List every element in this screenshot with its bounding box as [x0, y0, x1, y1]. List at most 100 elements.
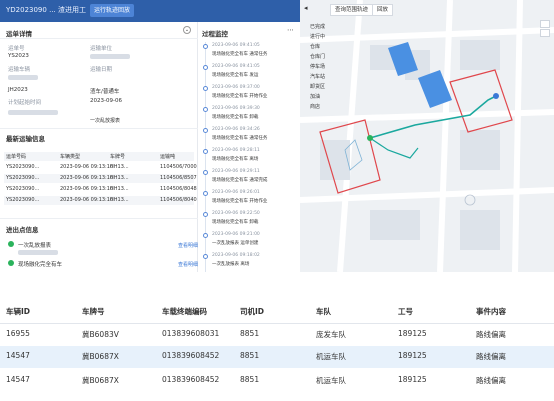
column-header: 车辆ID	[6, 307, 31, 316]
zoom-in-icon[interactable]	[540, 20, 550, 28]
legend-item: 仓库	[310, 44, 321, 50]
process-text: 现场融化完全有车 离场	[212, 157, 259, 162]
process-time: 2023-09-06 09:28:11	[212, 148, 260, 153]
view-detail-link[interactable]: 查看明细	[178, 242, 198, 249]
process-panel: 过程监控 ⋯ 2023-09-06 09:41:05 现场融化完全有车 通常任务 2…	[198, 22, 300, 272]
window-topbar: YD2023090 ... 渣进用工 运行轨迹回放	[0, 0, 300, 22]
field-value: JH2023	[8, 87, 28, 93]
process-item[interactable]: 2023-09-06 09:28:11 现场融化完全有车 离场	[198, 147, 298, 169]
process-text: 现场融化完全有车 通常任务	[212, 136, 268, 141]
event-table: 车辆ID 车牌号 车载终端编码 司机ID 车队 工号 事件内容 16955 冀B…	[0, 295, 554, 401]
legend-item: 进行中	[310, 34, 326, 40]
back-icon[interactable]: ◂	[304, 4, 308, 12]
table-cell: 189125	[398, 375, 427, 384]
table-cell: YS2023090...	[6, 175, 40, 181]
process-item[interactable]: 2023-09-06 09:18:02 一次乱放报表 离场	[198, 252, 298, 274]
collapse-icon[interactable]: ⌄	[183, 26, 191, 34]
process-text: 现场融化完全有车 开始作业	[212, 94, 268, 99]
table-cell: YS2023090...	[6, 197, 40, 203]
table-row[interactable]: 14547 冀B0687X 013839608452 8851 机运车队 189…	[0, 346, 554, 368]
legend-item: 已完成	[310, 24, 326, 30]
process-item[interactable]: 2023-09-06 09:22:50 现场融化完全有车 卸载	[198, 210, 298, 232]
process-time: 2023-09-06 09:34:26	[212, 127, 260, 132]
table-row[interactable]: YS2023090... 2023-09-06 09:13:16 HH13...…	[4, 185, 197, 194]
process-item[interactable]: 2023-09-06 09:37:00 现场融化完全有车 开始作业	[198, 84, 298, 106]
divider	[0, 218, 198, 219]
field-label: 运输日期	[90, 67, 113, 73]
table-row[interactable]: 16955 冀B6083V 013839608031 8851 庞发车队 189…	[0, 324, 554, 346]
table-cell: YS2023090...	[6, 186, 40, 192]
table-cell: 013839608452	[162, 375, 220, 384]
redacted-value	[8, 75, 38, 80]
table-cell: 8851	[240, 375, 260, 384]
process-text: 一次乱放报表 运单创建	[212, 241, 259, 246]
section-title-points: 进出点信息	[6, 226, 39, 234]
zoom-out-icon[interactable]	[540, 29, 550, 37]
divider	[0, 38, 198, 39]
point-name: 现场融化完全有车	[18, 262, 63, 268]
process-time: 2023-09-06 09:41:05	[212, 64, 260, 69]
redacted-value	[18, 250, 58, 255]
process-item[interactable]: 2023-09-06 09:39:30 现场融化完全有车 卸载	[198, 105, 298, 127]
legend-item: 汽车站	[310, 74, 326, 80]
table-cell: 机运车队	[316, 352, 346, 361]
table-header: 车辆类型	[60, 154, 81, 160]
timeline-dot-icon	[203, 254, 208, 259]
table-cell: 2023-09-06 09:13:16	[60, 186, 114, 192]
column-header: 车队	[316, 307, 331, 316]
status-dot-icon	[8, 241, 14, 247]
field-label: 运输车辆	[8, 67, 31, 73]
timeline-dot-icon	[203, 65, 208, 70]
process-item[interactable]: 2023-09-06 09:41:05 现场融化完全有车 发运	[198, 63, 298, 85]
legend-item: 卸货区	[310, 84, 326, 90]
process-time: 2023-09-06 09:41:05	[212, 43, 260, 48]
table-cell: 1104506/8048	[160, 186, 197, 192]
table-cell: 2023-09-06 09:13:16	[60, 175, 114, 181]
process-time: 2023-09-06 09:22:50	[212, 211, 260, 216]
timeline-dot-icon	[203, 170, 208, 175]
view-detail-link[interactable]: 查看明细	[178, 261, 198, 268]
timeline-dot-icon	[203, 233, 208, 238]
field-label: 计划起始时间	[8, 100, 42, 106]
table-row[interactable]: YS2023090... 2023-09-06 09:13:16 HH13...…	[4, 163, 197, 172]
timeline-dot-icon	[203, 128, 208, 133]
track-replay-button[interactable]: 运行轨迹回放	[90, 4, 135, 17]
field-value: 渣车/普通车	[90, 89, 120, 95]
vehicle-marker[interactable]	[493, 93, 499, 99]
window-title: YD2023090 ... 渣进用工	[6, 6, 86, 14]
map-view[interactable]: 查询范围轨迹 回放 ◂ 已完成 进行中 仓库 仓库门 停车场 汽车站 卸货区 加…	[300, 0, 554, 272]
map-legend: 已完成 进行中 仓库 仓库门 停车场 汽车站 卸货区 加油 商店	[310, 22, 336, 112]
process-item[interactable]: 2023-09-06 09:41:05 现场融化完全有车 通常任务	[198, 42, 298, 64]
table-cell: 路线偏离	[476, 352, 506, 361]
process-text: 现场融化完全有车 开始作业	[212, 199, 268, 204]
table-cell: HH13...	[110, 175, 129, 181]
column-header: 车牌号	[82, 307, 105, 316]
process-item[interactable]: 2023-09-06 09:34:26 现场融化完全有车 通常任务	[198, 126, 298, 148]
table-cell: 冀B0687X	[82, 352, 119, 361]
field-label: 运单号	[8, 46, 25, 52]
zoom-controls	[540, 20, 550, 38]
start-marker[interactable]	[367, 135, 373, 141]
more-icon[interactable]: ⋯	[287, 26, 294, 34]
process-text: 现场融化完全有车 发运	[212, 73, 259, 78]
column-header: 车载终端编码	[162, 307, 207, 316]
query-track-button[interactable]: 查询范围轨迹	[330, 4, 374, 16]
process-item[interactable]: 2023-09-06 09:21:00 一次乱放报表 运单创建	[198, 231, 298, 253]
process-item[interactable]: 2023-09-06 09:26:01 现场融化完全有车 开始作业	[198, 189, 298, 211]
table-cell: 189125	[398, 329, 427, 338]
table-cell: 14547	[6, 351, 30, 360]
table-row[interactable]: YS2023090... 2023-09-06 09:13:16 HH13...…	[4, 196, 197, 205]
section-title-order: 运单详情	[6, 30, 32, 38]
timeline-dot-icon	[203, 149, 208, 154]
legend-item: 仓库门	[310, 54, 326, 60]
table-header: 车牌号	[110, 154, 126, 160]
replay-button[interactable]: 回放	[372, 4, 394, 16]
table-row[interactable]: YS2023090... 2023-09-06 09:13:16 HH13...…	[4, 174, 197, 183]
table-cell: 16955	[6, 329, 30, 338]
process-item[interactable]: 2023-09-06 09:29:11 现场融化完全有车 通常完成	[198, 168, 298, 190]
divider	[0, 128, 198, 129]
table-row[interactable]: 14547 冀B0687X 013839608452 8851 机运车队 189…	[0, 370, 554, 392]
table-cell: 冀B0687X	[82, 376, 119, 385]
process-text: 现场融化完全有车 通常完成	[212, 178, 268, 183]
table-cell: YS2023090...	[6, 164, 40, 170]
